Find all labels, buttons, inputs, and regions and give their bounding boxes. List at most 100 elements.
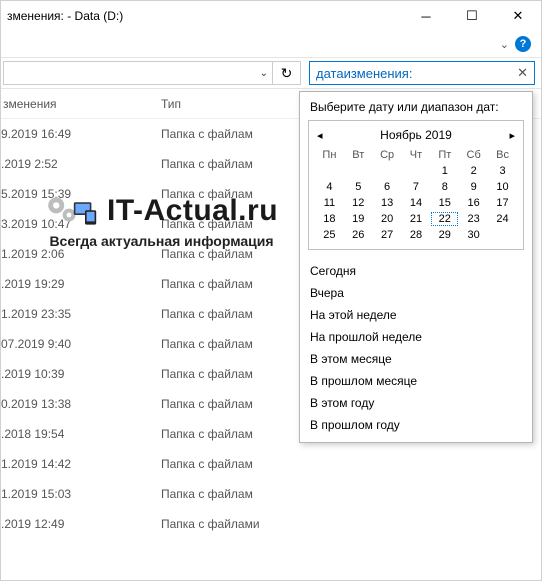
dow-label: Вт bbox=[344, 147, 373, 163]
calendar-day[interactable]: 27 bbox=[373, 227, 402, 243]
close-button[interactable]: ✕ bbox=[495, 1, 541, 31]
cell-type: Папка с файлам bbox=[161, 187, 253, 201]
cell-date: 1.2019 23:35 bbox=[1, 307, 161, 321]
calendar-day[interactable]: 24 bbox=[488, 211, 517, 227]
date-preset[interactable]: Сегодня bbox=[300, 260, 532, 282]
calendar-day[interactable]: 28 bbox=[402, 227, 431, 243]
address-bar[interactable]: ⌄ bbox=[3, 61, 273, 85]
calendar-day[interactable]: 23 bbox=[459, 211, 488, 227]
cell-date: 1.2019 2:06 bbox=[1, 247, 161, 261]
cell-date: .2018 19:54 bbox=[1, 427, 161, 441]
date-preset[interactable]: На прошлой неделе bbox=[300, 326, 532, 348]
calendar-day[interactable]: 8 bbox=[430, 179, 459, 195]
table-row[interactable]: 1.2019 15:03Папка с файлам bbox=[1, 479, 541, 509]
calendar-day[interactable]: 5 bbox=[344, 179, 373, 195]
cell-type: Папка с файлам bbox=[161, 127, 253, 141]
calendar-day[interactable]: 30 bbox=[459, 227, 488, 243]
calendar-day[interactable]: 21 bbox=[402, 211, 431, 227]
date-preset[interactable]: В прошлом месяце bbox=[300, 370, 532, 392]
calendar-day[interactable]: 18 bbox=[315, 211, 344, 227]
calendar-day[interactable]: 14 bbox=[402, 195, 431, 211]
refresh-button[interactable]: ↻ bbox=[273, 61, 301, 85]
help-icon[interactable]: ? bbox=[515, 36, 531, 52]
calendar-day[interactable]: 11 bbox=[315, 195, 344, 211]
date-preset[interactable]: В прошлом году bbox=[300, 414, 532, 436]
table-row[interactable]: 1.2019 14:42Папка с файлам bbox=[1, 449, 541, 479]
calendar-day[interactable]: 16 bbox=[459, 195, 488, 211]
calendar-day[interactable]: 10 bbox=[488, 179, 517, 195]
address-dropdown-icon[interactable]: ⌄ bbox=[260, 68, 268, 79]
dow-label: Чт bbox=[402, 147, 431, 163]
maximize-button[interactable]: ☐ bbox=[449, 1, 495, 31]
cell-date: .2019 10:39 bbox=[1, 367, 161, 381]
calendar-day bbox=[402, 163, 431, 179]
calendar-day[interactable]: 9 bbox=[459, 179, 488, 195]
cell-date: .2019 12:49 bbox=[1, 517, 161, 531]
calendar-day[interactable]: 25 bbox=[315, 227, 344, 243]
calendar-day[interactable]: 3 bbox=[488, 163, 517, 179]
cell-type: Папка с файлам bbox=[161, 457, 253, 471]
calendar-day[interactable]: 29 bbox=[430, 227, 459, 243]
cell-date: 9.2019 16:49 bbox=[1, 127, 161, 141]
month-label[interactable]: Ноябрь 2019 bbox=[380, 128, 452, 142]
dow-label: Вс bbox=[488, 147, 517, 163]
ribbon-collapse-row: ⌄ ? bbox=[1, 31, 541, 57]
calendar-day[interactable]: 17 bbox=[488, 195, 517, 211]
calendar-day[interactable]: 7 bbox=[402, 179, 431, 195]
chevron-down-icon[interactable]: ⌄ bbox=[500, 38, 509, 51]
date-presets: СегодняВчераНа этой неделеНа прошлой нед… bbox=[300, 256, 532, 442]
cell-date: .2019 19:29 bbox=[1, 277, 161, 291]
prev-month-icon[interactable]: ◂ bbox=[317, 129, 323, 142]
calendar-day bbox=[315, 163, 344, 179]
cell-date: 0.2019 13:38 bbox=[1, 397, 161, 411]
date-preset[interactable]: На этой неделе bbox=[300, 304, 532, 326]
calendar-day[interactable]: 12 bbox=[344, 195, 373, 211]
calendar-day[interactable]: 4 bbox=[315, 179, 344, 195]
calendar-day[interactable]: 26 bbox=[344, 227, 373, 243]
window-title: зменения: - Data (D:) bbox=[7, 9, 403, 23]
cell-type: Папка с файлам bbox=[161, 157, 253, 171]
cell-date: .2019 2:52 bbox=[1, 157, 161, 171]
cell-type: Папка с файлам bbox=[161, 277, 253, 291]
cell-type: Папка с файлами bbox=[161, 517, 260, 531]
calendar-grid: ПнВтСрЧтПтСбВс 1234567891011121314151617… bbox=[315, 147, 517, 243]
calendar-day[interactable]: 15 bbox=[430, 195, 459, 211]
cell-type: Папка с файлам bbox=[161, 397, 253, 411]
date-hint: Выберите дату или диапазон дат: bbox=[300, 92, 532, 120]
date-filter-dropdown: Выберите дату или диапазон дат: ◂ Ноябрь… bbox=[299, 91, 533, 443]
next-month-icon[interactable]: ▸ bbox=[509, 129, 515, 142]
date-preset[interactable]: Вчера bbox=[300, 282, 532, 304]
clear-search-icon[interactable]: ✕ bbox=[517, 65, 528, 81]
calendar: ◂ Ноябрь 2019 ▸ ПнВтСрЧтПтСбВс 123456789… bbox=[308, 120, 524, 250]
calendar-day[interactable]: 19 bbox=[344, 211, 373, 227]
calendar-day[interactable]: 1 bbox=[430, 163, 459, 179]
date-preset[interactable]: В этом году bbox=[300, 392, 532, 414]
cell-date: 1.2019 14:42 bbox=[1, 457, 161, 471]
col-modified[interactable]: зменения bbox=[1, 97, 161, 111]
search-query: датаизменения: bbox=[316, 66, 412, 81]
search-box[interactable]: датаизменения: ✕ bbox=[309, 61, 535, 85]
calendar-day[interactable]: 2 bbox=[459, 163, 488, 179]
dow-label: Ср bbox=[373, 147, 402, 163]
calendar-day bbox=[373, 163, 402, 179]
minimize-button[interactable]: ─ bbox=[403, 1, 449, 31]
cell-date: 3.2019 10:47 bbox=[1, 217, 161, 231]
calendar-day[interactable]: 6 bbox=[373, 179, 402, 195]
toolbar: ⌄ ↻ датаизменения: ✕ bbox=[1, 57, 541, 89]
calendar-day[interactable]: 20 bbox=[373, 211, 402, 227]
cell-type: Папка с файлам bbox=[161, 427, 253, 441]
cell-type: Папка с файлам bbox=[161, 247, 253, 261]
date-preset[interactable]: В этом месяце bbox=[300, 348, 532, 370]
calendar-day[interactable]: 22 bbox=[430, 211, 459, 227]
calendar-day bbox=[344, 163, 373, 179]
cell-date: 5.2019 15:39 bbox=[1, 187, 161, 201]
titlebar: зменения: - Data (D:) ─ ☐ ✕ bbox=[1, 1, 541, 31]
dow-label: Сб bbox=[459, 147, 488, 163]
calendar-day[interactable]: 13 bbox=[373, 195, 402, 211]
cell-date: 07.2019 9:40 bbox=[1, 337, 161, 351]
cell-type: Папка с файлам bbox=[161, 367, 253, 381]
cell-type: Папка с файлам bbox=[161, 217, 253, 231]
dow-label: Пн bbox=[315, 147, 344, 163]
cell-type: Папка с файлам bbox=[161, 487, 253, 501]
table-row[interactable]: .2019 12:49Папка с файлами bbox=[1, 509, 541, 539]
